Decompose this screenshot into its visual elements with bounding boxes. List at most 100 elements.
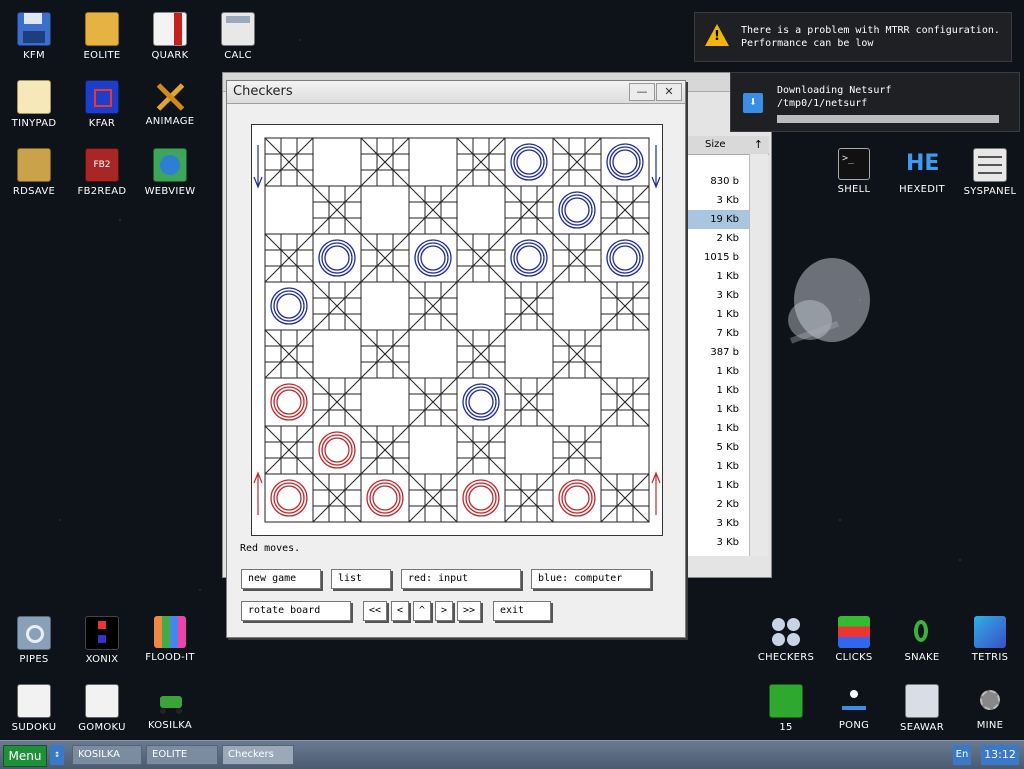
board-square[interactable] (504, 281, 554, 331)
file-size-cell[interactable]: 1 Kb (687, 305, 749, 324)
board-square[interactable] (600, 425, 650, 475)
task-button-eolite[interactable]: EOLITE (146, 745, 218, 765)
file-size-cell[interactable]: 1 Kb (687, 362, 749, 381)
desktop-icon-eolite[interactable]: EOLITE (68, 4, 136, 66)
desktop-icon-flood-it[interactable]: FLOOD-IT (136, 608, 204, 670)
board-square[interactable] (456, 137, 506, 187)
next-move-button[interactable]: > (435, 601, 453, 621)
desktop-icon-kosilka[interactable]: KOSILKA (136, 676, 204, 738)
file-size-cell[interactable]: 387 b (687, 343, 749, 362)
prev-move-button[interactable]: < (391, 601, 409, 621)
desktop-icon-tinypad[interactable]: TINYPAD (0, 72, 68, 134)
board-square[interactable] (360, 185, 410, 235)
board-square[interactable] (552, 281, 602, 331)
board-square[interactable] (408, 473, 458, 523)
red-piece[interactable] (558, 479, 596, 517)
desktop-icon-sudoku[interactable]: SUDOKU (0, 676, 68, 738)
task-button-checkers[interactable]: Checkers (222, 745, 294, 765)
last-move-button[interactable]: >> (457, 601, 481, 621)
desktop-icon-fb2read[interactable]: FB2 FB2READ (68, 140, 136, 202)
blue-piece[interactable] (462, 383, 500, 421)
blue-piece[interactable] (606, 239, 644, 277)
desktop-icon-quark[interactable]: QUARK (136, 4, 204, 66)
board-square[interactable] (360, 137, 410, 187)
checkers-window[interactable]: Checkers — ✕ Red moves. new game list re… (226, 80, 686, 638)
board-square[interactable] (504, 329, 554, 379)
blue-piece[interactable] (318, 239, 356, 277)
close-button[interactable]: ✕ (656, 83, 682, 101)
blue-piece[interactable] (606, 143, 644, 181)
board-square[interactable] (408, 185, 458, 235)
blue-piece[interactable] (558, 191, 596, 229)
sort-arrow-icon[interactable]: ↑ (754, 138, 763, 151)
task-button-kosilka[interactable]: KOSILKA (72, 745, 142, 765)
board-square[interactable] (552, 233, 602, 283)
board-canvas[interactable] (252, 125, 662, 535)
red-piece[interactable] (270, 383, 308, 421)
file-size-cell[interactable]: 3 Kb (687, 191, 749, 210)
file-size-cell[interactable]: 1 Kb (687, 267, 749, 286)
file-size-cell[interactable]: 2 Kb (687, 495, 749, 514)
rotate-board-button[interactable]: rotate board (241, 601, 351, 621)
red-player-button[interactable]: red: input (401, 569, 521, 589)
board-square[interactable] (552, 425, 602, 475)
clock[interactable]: 13:12 (981, 745, 1019, 765)
board-square[interactable] (264, 329, 314, 379)
board-square[interactable] (360, 233, 410, 283)
red-piece[interactable] (462, 479, 500, 517)
red-piece[interactable] (270, 479, 308, 517)
board-square[interactable] (552, 377, 602, 427)
desktop-icon-kfm[interactable]: KFM (0, 4, 68, 66)
board-square[interactable] (504, 425, 554, 475)
desktop-icon-seawar[interactable]: SEAWAR (888, 676, 956, 738)
board-square[interactable] (312, 473, 362, 523)
board-square[interactable] (408, 329, 458, 379)
file-size-cell[interactable]: 19 Kb (687, 210, 749, 229)
board-square[interactable] (264, 185, 314, 235)
board-square[interactable] (264, 137, 314, 187)
mtrr-notification[interactable]: There is a problem with MTRR configurati… (694, 12, 1012, 62)
desktop-icon-hexedit[interactable]: HE HEXEDIT (888, 140, 956, 202)
board-square[interactable] (552, 137, 602, 187)
board-square[interactable] (600, 281, 650, 331)
board-square[interactable] (456, 425, 506, 475)
board-square[interactable] (504, 185, 554, 235)
checkers-board[interactable] (251, 124, 663, 536)
desktop-icon-pipes[interactable]: PIPES (0, 608, 68, 670)
board-square[interactable] (408, 137, 458, 187)
board-square[interactable] (504, 377, 554, 427)
first-move-button[interactable]: << (363, 601, 387, 621)
blue-player-button[interactable]: blue: computer (531, 569, 651, 589)
blue-piece[interactable] (414, 239, 452, 277)
file-size-cell[interactable]: 3 Kb (687, 286, 749, 305)
board-square[interactable] (264, 425, 314, 475)
list-button[interactable]: list (331, 569, 391, 589)
file-size-cell[interactable]: 1 Kb (687, 400, 749, 419)
size-column-header[interactable]: Size ↑ (687, 136, 769, 155)
red-piece[interactable] (366, 479, 404, 517)
desktop-icon-snake[interactable]: SNAKE (888, 608, 956, 670)
menu-button[interactable]: Menu (3, 745, 47, 767)
desktop-icon-kfar[interactable]: KFAR (68, 72, 136, 134)
board-square[interactable] (312, 281, 362, 331)
desktop-icon-shell[interactable]: >_ SHELL (820, 140, 888, 202)
blue-piece[interactable] (270, 287, 308, 325)
board-square[interactable] (360, 425, 410, 475)
board-square[interactable] (408, 377, 458, 427)
desktop-icon-pong[interactable]: PONG (820, 676, 888, 738)
board-square[interactable] (360, 377, 410, 427)
file-list-scrollbar[interactable] (749, 154, 768, 556)
minimize-button[interactable]: — (629, 83, 655, 101)
desktop-icon-animage[interactable]: ANIMAGE (136, 72, 204, 134)
board-square[interactable] (312, 329, 362, 379)
new-game-button[interactable]: new game (241, 569, 321, 589)
file-size-cell[interactable]: 5 Kb (687, 438, 749, 457)
download-notification[interactable]: ⬇ Downloading Netsurf /tmp0/1/netsurf (730, 72, 1020, 132)
board-square[interactable] (264, 233, 314, 283)
desktop-icon-clicks[interactable]: CLICKS (820, 608, 888, 670)
file-size-cell[interactable]: 3 Kb (687, 514, 749, 533)
desktop-icon-mine[interactable]: MINE (956, 676, 1024, 738)
file-size-cell[interactable]: 830 b (687, 172, 749, 191)
board-square[interactable] (360, 281, 410, 331)
board-square[interactable] (600, 473, 650, 523)
